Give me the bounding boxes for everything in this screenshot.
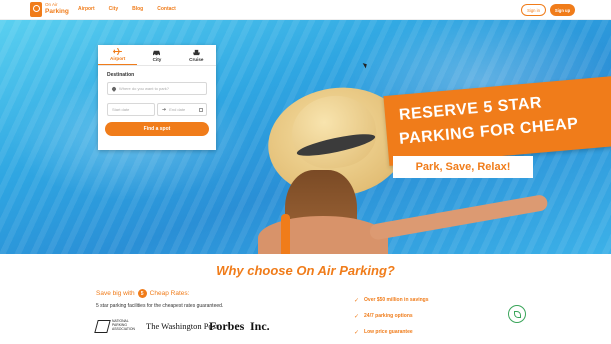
nav-blog[interactable]: Blog — [132, 6, 143, 12]
tab-city-label: City — [152, 56, 162, 62]
why-title: Why choose On Air Parking? — [216, 263, 395, 278]
end-date-placeholder: End date — [169, 107, 186, 112]
save-suffix: Cheap Rates: — [149, 290, 190, 297]
site-header: On Air Parking Airport City Blog Contact… — [0, 0, 611, 20]
logo-bottom-text: Parking — [45, 8, 69, 15]
npa-logo: NATIONAL PARKING ASSOCIATION — [94, 318, 142, 336]
tab-airport-label: Airport — [110, 56, 126, 61]
npa-logo-text: NATIONAL PARKING ASSOCIATION — [112, 319, 135, 331]
plane-icon — [113, 48, 123, 55]
signup-button[interactable]: Sign up — [550, 4, 575, 16]
logo-top-text: On Air — [45, 2, 58, 7]
start-date-placeholder: Start date — [112, 107, 130, 112]
main-nav: Airport City Blog Contact — [78, 6, 190, 12]
save-number-badge: 5 — [137, 289, 147, 298]
shoulder-shape — [258, 216, 388, 254]
ship-icon — [192, 49, 200, 55]
eco-leaf-badge-icon — [508, 305, 526, 323]
nav-airport[interactable]: Airport — [78, 6, 95, 12]
find-spot-button[interactable]: Find a spot — [105, 122, 209, 136]
forbes-logo: Forbes — [209, 319, 245, 333]
tab-cruise[interactable]: Cruise — [177, 45, 216, 65]
car-icon — [153, 50, 161, 56]
parking-logo-icon — [30, 2, 42, 17]
leaf-icon — [513, 310, 521, 318]
benefit-text: Low price guarantee — [364, 329, 413, 335]
save-headline: Save big with 5 Cheap Rates: — [96, 289, 189, 298]
benefit-item: ✓ Over $50 million in savings — [354, 292, 429, 308]
calendar-icon — [199, 108, 203, 112]
signin-button[interactable]: Sign in — [521, 4, 546, 16]
nav-city[interactable]: City — [109, 6, 118, 12]
benefit-text: 24/7 parking options — [364, 313, 413, 319]
benefits-list: ✓ Over $50 million in savings ✓ 24/7 par… — [354, 292, 429, 340]
benefit-item: ✓ Low price guarantee — [354, 324, 429, 340]
destination-label: Destination — [107, 72, 135, 78]
search-widget: Airport City Cruise Destination Where do… — [98, 45, 216, 150]
hero-section: RESERVE 5 STAR PARKING FOR CHEAP Park, S… — [0, 20, 611, 254]
check-icon: ✓ — [354, 297, 360, 304]
location-pin-icon — [111, 85, 117, 92]
mouse-cursor-icon — [362, 61, 369, 69]
tagline-text: Park, Save, Relax! — [415, 161, 511, 173]
tagline-banner: Park, Save, Relax! — [393, 156, 533, 178]
swimsuit-strap-shape — [281, 214, 290, 254]
tab-cruise-label: Cruise — [189, 56, 204, 62]
washington-post-logo: The Washington Post — [146, 321, 219, 331]
search-tabs: Airport City Cruise — [98, 45, 216, 66]
start-date-input[interactable]: Start date — [107, 103, 155, 116]
npa-mark-icon — [94, 320, 111, 333]
arrow-right-icon: ➔ — [162, 106, 167, 113]
inc-logo: Inc. — [250, 319, 270, 333]
end-date-input[interactable]: ➔ End date — [157, 103, 207, 116]
check-icon: ✓ — [354, 313, 360, 320]
arm-shape — [368, 193, 549, 241]
save-prefix: Save big with — [96, 290, 135, 297]
benefit-text: Over $50 million in savings — [364, 297, 429, 303]
nav-contact[interactable]: Contact — [157, 6, 176, 12]
promo-banner: RESERVE 5 STAR PARKING FOR CHEAP — [383, 76, 611, 166]
save-description: 5 star parking facilities for the cheape… — [96, 303, 224, 309]
check-icon: ✓ — [354, 329, 360, 336]
brand-logo[interactable]: On Air Parking — [30, 2, 74, 18]
tab-airport[interactable]: Airport — [98, 45, 138, 65]
destination-placeholder: Where do you want to park? — [119, 86, 170, 91]
tab-city[interactable]: City — [137, 45, 176, 65]
benefit-item: ✓ 24/7 parking options — [354, 308, 429, 324]
destination-input[interactable]: Where do you want to park? — [107, 82, 207, 95]
